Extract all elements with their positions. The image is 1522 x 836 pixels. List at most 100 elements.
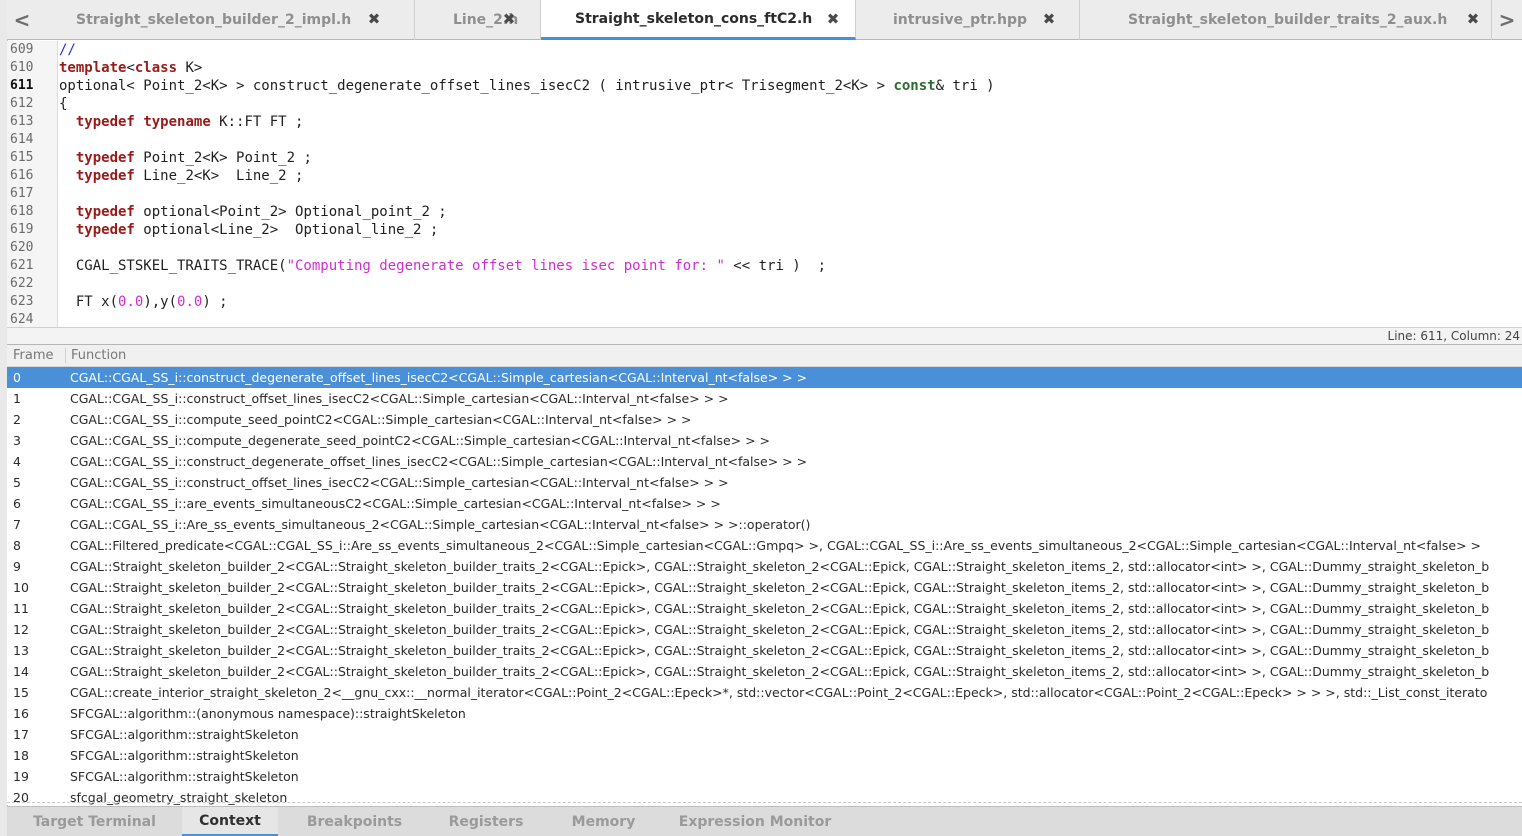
tab-breakpoints[interactable]: Breakpoints bbox=[278, 807, 431, 836]
tab-straight-skeleton-builder-traits-2-aux[interactable]: Straight_skeleton_builder_traits_2_aux.h… bbox=[1080, 0, 1492, 40]
line-number: 624 bbox=[10, 312, 34, 327]
stack-frame-row[interactable]: 13 CGAL::Straight_skeleton_builder_2<CGAL… bbox=[7, 640, 1522, 661]
close-tab-icon[interactable]: ✖ bbox=[366, 11, 382, 27]
stack-frame-row[interactable]: 18 SFCGAL::algorithm::straightSkeleton bbox=[7, 745, 1522, 766]
close-tab-icon[interactable]: ✖ bbox=[1465, 11, 1481, 27]
scroll-tabs-right-icon[interactable]: > bbox=[1492, 0, 1522, 40]
tab-context[interactable]: Context bbox=[182, 807, 278, 836]
frame-number: 1 bbox=[13, 391, 21, 406]
stack-frame-row[interactable]: 11 CGAL::Straight_skeleton_builder_2<CGAL… bbox=[7, 598, 1522, 619]
code-line-611: optional< Point_2<K> > construct_degener… bbox=[59, 78, 995, 94]
code-line-623: FT x(0.0),y(0.0) ; bbox=[59, 294, 228, 310]
stack-frame-row[interactable]: 4 CGAL::CGAL_SS_i::construct_degenerate_o… bbox=[7, 451, 1522, 472]
code-editor[interactable]: 609 610 611 612 613 614 615 616 617 618 … bbox=[7, 41, 1522, 327]
stack-frame-row[interactable]: 3 CGAL::CGAL_SS_i::compute_degenerate_see… bbox=[7, 430, 1522, 451]
stack-frame-row[interactable]: 1 CGAL::CGAL_SS_i::construct_offset_lines… bbox=[7, 388, 1522, 409]
frame-number: 2 bbox=[13, 412, 21, 427]
tab-registers[interactable]: Registers bbox=[431, 807, 541, 836]
frame-number: 11 bbox=[13, 601, 29, 616]
frame-number: 10 bbox=[13, 580, 29, 595]
frame-number: 5 bbox=[13, 475, 21, 490]
frame-function-name: CGAL::CGAL_SS_i::construct_offset_lines_… bbox=[70, 391, 729, 406]
code-line-621: CGAL_STSKEL_TRAITS_TRACE("Computing dege… bbox=[59, 258, 827, 274]
tab-label: Context bbox=[199, 812, 261, 829]
stack-frame-row[interactable]: 15 CGAL::create_interior_straight_skeleto… bbox=[7, 682, 1522, 703]
frame-number: 4 bbox=[13, 454, 21, 469]
tab-label: Straight_skeleton_builder_2_impl.h bbox=[76, 12, 352, 28]
selected-stack-frame-row[interactable]: 0 CGAL::CGAL_SS_i::construct_degenerate_o… bbox=[7, 367, 1522, 388]
tab-straight-skeleton-cons-ftc2[interactable]: Straight_skeleton_cons_ftC2.h ✖ bbox=[541, 0, 856, 40]
line-number: 621 bbox=[10, 258, 34, 273]
frame-function-name: CGAL::Straight_skeleton_builder_2<CGAL::… bbox=[70, 664, 1490, 679]
line-number: 619 bbox=[10, 222, 34, 237]
code-line-609: // bbox=[59, 42, 76, 58]
stack-frame-row[interactable]: 6 CGAL::CGAL_SS_i::are_events_simultaneou… bbox=[7, 493, 1522, 514]
stack-frame-row[interactable]: 2 CGAL::CGAL_SS_i::compute_seed_pointC2<C… bbox=[7, 409, 1522, 430]
stack-frame-row[interactable]: 17 SFCGAL::algorithm::straightSkeleton bbox=[7, 724, 1522, 745]
call-stack-header: Frame Function bbox=[7, 345, 1522, 367]
stack-frame-row[interactable]: 14 CGAL::Straight_skeleton_builder_2<CGAL… bbox=[7, 661, 1522, 682]
tab-label: Expression Monitor bbox=[678, 813, 832, 830]
close-tab-icon[interactable]: ✖ bbox=[1041, 11, 1057, 27]
stack-frame-row[interactable]: 8 CGAL::Filtered_predicate<CGAL::CGAL_SS_… bbox=[7, 535, 1522, 556]
frame-function-name: SFCGAL::algorithm::straightSkeleton bbox=[70, 769, 299, 784]
tab-label: intrusive_ptr.hpp bbox=[893, 12, 1028, 28]
line-number: 618 bbox=[10, 204, 34, 219]
frame-function-name: SFCGAL::algorithm::straightSkeleton bbox=[70, 727, 299, 742]
frame-function-name: CGAL::CGAL_SS_i::compute_seed_pointC2<CG… bbox=[70, 412, 692, 427]
tab-intrusive-ptr[interactable]: intrusive_ptr.hpp ✖ bbox=[856, 0, 1080, 40]
close-tab-icon[interactable]: ✖ bbox=[501, 11, 517, 27]
tab-straight-skeleton-builder-2-impl[interactable]: Straight_skeleton_builder_2_impl.h ✖ bbox=[37, 0, 415, 40]
tab-target-terminal[interactable]: Target Terminal bbox=[7, 807, 182, 836]
cursor-position: Line: 611, Column: 24 bbox=[1387, 329, 1520, 343]
scroll-tabs-left-icon[interactable]: < bbox=[7, 0, 37, 40]
code-line-612: { bbox=[59, 96, 68, 112]
call-stack-panel: Frame Function 0 CGAL::CGAL_SS_i::constru… bbox=[7, 345, 1522, 805]
frame-number: 9 bbox=[13, 559, 21, 574]
frame-function-name: CGAL::CGAL_SS_i::are_events_simultaneous… bbox=[70, 496, 721, 511]
frame-number: 13 bbox=[13, 643, 29, 658]
stack-frame-row[interactable]: 5 CGAL::CGAL_SS_i::construct_offset_lines… bbox=[7, 472, 1522, 493]
frame-function-name: CGAL::Straight_skeleton_builder_2<CGAL::… bbox=[70, 643, 1490, 658]
tab-label: Straight_skeleton_builder_traits_2_aux.h bbox=[1128, 12, 1448, 28]
editor-status-bar: Line: 611, Column: 24 bbox=[7, 327, 1522, 345]
frame-number: 7 bbox=[13, 517, 21, 532]
frame-function-name: SFCGAL::algorithm::(anonymous namespace)… bbox=[70, 706, 466, 721]
code-line-615: typedef Point_2<K> Point_2 ; bbox=[75, 150, 312, 166]
stack-frame-row[interactable]: 10 CGAL::Straight_skeleton_builder_2<CGAL… bbox=[7, 577, 1522, 598]
column-header-function[interactable]: Function bbox=[71, 348, 126, 363]
stack-frame-row[interactable]: 12 CGAL::Straight_skeleton_builder_2<CGAL… bbox=[7, 619, 1522, 640]
stack-frame-row[interactable]: 9 CGAL::Straight_skeleton_builder_2<CGAL:… bbox=[7, 556, 1522, 577]
line-number: 617 bbox=[10, 186, 34, 201]
line-number: 609 bbox=[10, 42, 34, 57]
tab-memory[interactable]: Memory bbox=[541, 807, 666, 836]
tab-line-2[interactable]: Line_2.h ✖ bbox=[415, 0, 541, 40]
stack-frame-row[interactable]: 7 CGAL::CGAL_SS_i::Are_ss_events_simultan… bbox=[7, 514, 1522, 535]
frame-number: 15 bbox=[13, 685, 29, 700]
frame-function-name: SFCGAL::algorithm::straightSkeleton bbox=[70, 748, 299, 763]
stack-frame-row[interactable]: 19 SFCGAL::algorithm::straightSkeleton bbox=[7, 766, 1522, 787]
column-divider[interactable] bbox=[65, 348, 66, 363]
frame-function-name: CGAL::CGAL_SS_i::compute_degenerate_seed… bbox=[70, 433, 771, 448]
frame-number: 14 bbox=[13, 664, 29, 679]
tab-expression-monitor[interactable]: Expression Monitor bbox=[666, 807, 844, 836]
code-line-619: typedef optional<Line_2> Optional_line_2… bbox=[75, 222, 439, 238]
tab-label: Registers bbox=[448, 813, 524, 830]
line-number: 622 bbox=[10, 276, 34, 291]
frame-number: 6 bbox=[13, 496, 21, 511]
close-tab-icon[interactable]: ✖ bbox=[825, 11, 841, 27]
line-number: 610 bbox=[10, 60, 34, 75]
line-number-gutter: 609 610 611 612 613 614 615 616 617 618 … bbox=[7, 41, 58, 327]
stack-frame-row[interactable]: 16 SFCGAL::algorithm::(anonymous namespac… bbox=[7, 703, 1522, 724]
tab-label: Straight_skeleton_cons_ftC2.h bbox=[575, 10, 813, 27]
frame-function-name: CGAL::CGAL_SS_i::construct_offset_lines_… bbox=[70, 475, 729, 490]
debugger-tab-bar: Target Terminal Context Breakpoints Regi… bbox=[7, 806, 1522, 836]
frame-number: 18 bbox=[13, 748, 29, 763]
column-header-frame[interactable]: Frame bbox=[13, 348, 54, 363]
tab-label: Memory bbox=[571, 813, 636, 830]
